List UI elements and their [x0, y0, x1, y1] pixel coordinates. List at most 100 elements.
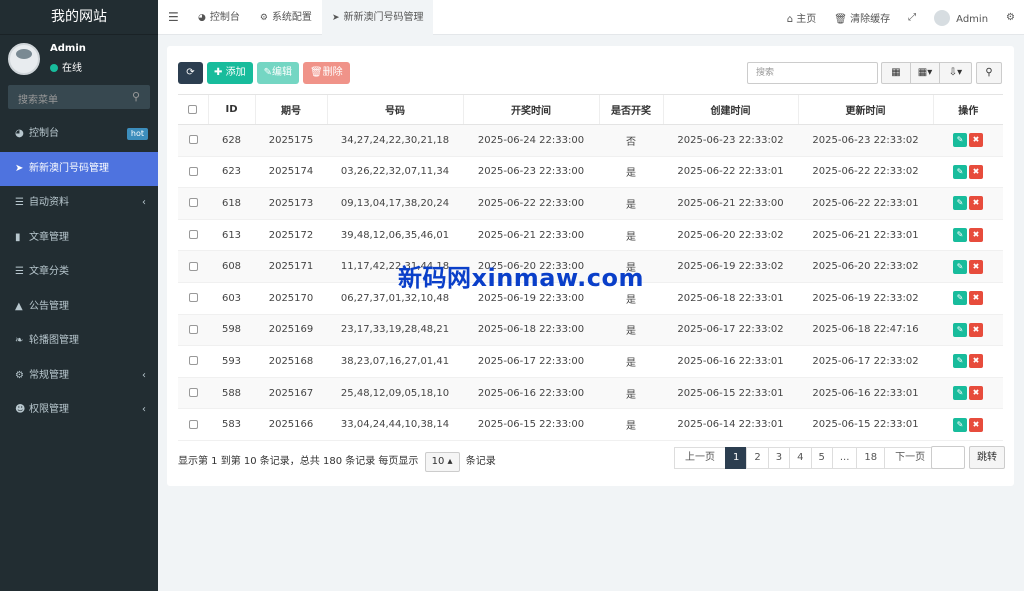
row-delete-button[interactable]: ✖ — [969, 322, 983, 337]
next-page-button[interactable]: 下一页 — [884, 447, 937, 469]
page-button[interactable]: ... — [831, 447, 858, 469]
table-row[interactable]: 618 2025173 09,13,04,17,38,20,24 2025-06-22… — [178, 187, 1003, 220]
row-select-cell[interactable] — [178, 187, 208, 220]
row-delete-button[interactable]: ✖ — [969, 354, 983, 369]
page-button[interactable]: 2 — [746, 447, 769, 469]
row-checkbox[interactable] — [188, 135, 198, 145]
row-edit-button[interactable]: ✎ — [953, 228, 967, 243]
column-header-issue[interactable]: 期号 — [254, 94, 327, 125]
row-delete-button[interactable]: ✖ — [969, 228, 983, 243]
row-select-cell[interactable] — [178, 156, 208, 189]
tab-lottery[interactable]: ➤ 新新澳门号码管理 — [321, 0, 434, 35]
row-checkbox[interactable] — [188, 293, 198, 303]
row-edit-button[interactable]: ✎ — [953, 386, 967, 401]
table-row[interactable]: 628 2025175 34,27,24,22,30,21,18 2025-06-24… — [178, 124, 1003, 157]
row-select-cell[interactable] — [178, 219, 208, 252]
sidebar-item-articles[interactable]: ▮ 文章管理 — [0, 221, 158, 256]
row-select-cell[interactable] — [178, 282, 208, 315]
row-select-cell[interactable] — [178, 345, 208, 378]
row-edit-button[interactable]: ✎ — [953, 291, 967, 306]
tab-settings[interactable]: ⚙ 系统配置 — [250, 0, 322, 35]
row-delete-button[interactable]: ✖ — [969, 164, 983, 179]
settings-button[interactable]: ⚙ — [997, 12, 1024, 23]
table-row[interactable]: 583 2025166 33,04,24,44,10,38,14 2025-06-15… — [178, 408, 1003, 441]
row-checkbox[interactable] — [188, 166, 198, 176]
row-edit-button[interactable]: ✎ — [953, 417, 967, 432]
refresh-button[interactable]: ⟳ — [178, 62, 203, 84]
sidebar-item-carousel[interactable]: ❧ 轮播图管理 — [0, 324, 158, 359]
search-icon[interactable]: ⚲ — [132, 90, 140, 103]
fullscreen-button[interactable]: ⤢ — [899, 12, 925, 23]
row-edit-button[interactable]: ✎ — [953, 354, 967, 369]
column-header-drawn[interactable]: 是否开奖 — [598, 94, 663, 125]
table-row[interactable]: 623 2025174 03,26,22,32,07,11,34 2025-06-23… — [178, 156, 1003, 189]
row-select-cell[interactable] — [178, 408, 208, 441]
sidebar-item-notices[interactable]: ▲ 公告管理 — [0, 290, 158, 325]
export-button[interactable]: ⇩▾ — [939, 62, 972, 84]
toggle-view-button[interactable]: ▦ — [881, 62, 911, 84]
row-delete-button[interactable]: ✖ — [969, 291, 983, 306]
row-delete-button[interactable]: ✖ — [969, 417, 983, 432]
user-menu[interactable]: Admin — [925, 9, 997, 26]
column-header-draw-time[interactable]: 开奖时间 — [462, 94, 599, 125]
row-checkbox[interactable] — [188, 230, 198, 240]
page-button[interactable]: 1 — [725, 447, 748, 469]
table-row[interactable]: 613 2025172 39,48,12,06,35,46,01 2025-06-21… — [178, 219, 1003, 252]
table-search-input[interactable]: 搜索 — [747, 62, 878, 84]
row-delete-button[interactable]: ✖ — [969, 259, 983, 274]
row-edit-button[interactable]: ✎ — [953, 164, 967, 179]
select-all-cell[interactable] — [178, 94, 208, 125]
row-delete-button[interactable]: ✖ — [969, 133, 983, 148]
row-edit-button[interactable]: ✎ — [953, 133, 967, 148]
row-select-cell[interactable] — [178, 314, 208, 347]
edit-button[interactable]: ✎编辑 — [256, 62, 299, 84]
column-header-numbers[interactable]: 号码 — [326, 94, 463, 125]
column-header-created[interactable]: 创建时间 — [662, 94, 798, 125]
table-row[interactable]: 598 2025169 23,17,33,19,28,48,21 2025-06-18… — [178, 314, 1003, 347]
row-select-cell[interactable] — [178, 124, 208, 157]
add-button[interactable]: ✚ 添加 — [207, 62, 253, 84]
table-row[interactable]: 588 2025167 25,48,12,09,05,18,10 2025-06-16… — [178, 377, 1003, 410]
jump-button[interactable]: 跳转 — [969, 446, 1005, 469]
page-button[interactable]: 3 — [767, 447, 791, 469]
delete-button[interactable]: 🗑删除 — [302, 62, 350, 84]
row-checkbox[interactable] — [188, 324, 198, 334]
columns-button[interactable]: ▦▾ — [910, 62, 940, 84]
row-checkbox[interactable] — [188, 261, 198, 271]
row-checkbox[interactable] — [188, 419, 198, 429]
page-size-select[interactable]: 10 ▴ — [424, 452, 460, 472]
page-button[interactable]: 4 — [789, 447, 812, 469]
brand-title[interactable]: 我的网站 — [0, 0, 158, 35]
row-delete-button[interactable]: ✖ — [969, 386, 983, 401]
row-checkbox[interactable] — [188, 198, 198, 208]
row-delete-button[interactable]: ✖ — [969, 196, 983, 211]
row-edit-button[interactable]: ✎ — [953, 196, 967, 211]
clear-cache-link[interactable]: 🗑 清除缓存 — [825, 10, 899, 25]
row-edit-button[interactable]: ✎ — [953, 259, 967, 274]
sidebar-item-lottery[interactable]: ➤ 新新澳门号码管理 — [0, 151, 158, 186]
home-link[interactable]: ⌂ 主页 — [778, 10, 826, 25]
sidebar-item-categories[interactable]: ☰ 文章分类 — [0, 255, 158, 290]
select-all-checkbox[interactable] — [188, 104, 198, 114]
prev-page-button[interactable]: 上一页 — [674, 447, 726, 469]
row-checkbox[interactable] — [188, 356, 198, 366]
table-row[interactable]: 593 2025168 38,23,07,16,27,01,41 2025-06-17… — [178, 345, 1003, 378]
sidebar-item-dashboard[interactable]: ◕ 控制台 hot — [0, 117, 158, 152]
sidebar-item-label: 权限管理 — [29, 404, 69, 415]
row-select-cell[interactable] — [178, 250, 208, 283]
sidebar-item-general[interactable]: ⚙ 常规管理 ‹ — [0, 359, 158, 394]
menu-search-input[interactable]: 搜索菜单 ⚲ — [8, 85, 150, 109]
jump-page-input[interactable] — [931, 446, 965, 469]
sidebar-item-permissions[interactable]: ☻ 权限管理 ‹ — [0, 393, 158, 428]
row-edit-button[interactable]: ✎ — [953, 322, 967, 337]
row-select-cell[interactable] — [178, 377, 208, 410]
column-header-id[interactable]: ID — [207, 94, 255, 125]
page-button[interactable]: 18 — [856, 447, 886, 469]
menu-toggle-icon[interactable]: ☰ — [168, 10, 179, 24]
column-header-updated[interactable]: 更新时间 — [797, 94, 933, 125]
advanced-search-button[interactable]: ⚲ — [976, 62, 1002, 84]
page-button[interactable]: 5 — [810, 447, 833, 469]
tab-dashboard[interactable]: ◕ 控制台 — [188, 0, 250, 35]
sidebar-item-auto-data[interactable]: ☰ 自动资料 ‹ — [0, 186, 158, 221]
row-checkbox[interactable] — [188, 388, 198, 398]
